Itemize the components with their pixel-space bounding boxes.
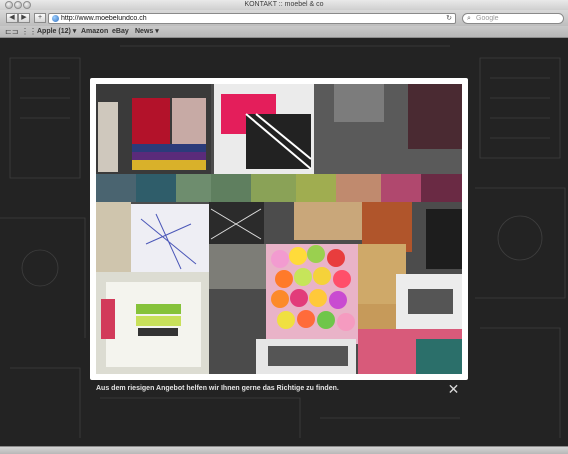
url-input[interactable] bbox=[61, 14, 441, 23]
search-bar[interactable]: ⌕ bbox=[462, 13, 564, 24]
window-title: KONTAKT :: moebel & co bbox=[244, 1, 324, 8]
reload-icon[interactable]: ↻ bbox=[446, 14, 452, 23]
close-x-icon[interactable]: ✕ bbox=[447, 382, 460, 396]
bookmarks-bar: ⊏⊐ ⋮⋮ Apple (12) ▾ Amazon eBay News ▾ bbox=[0, 26, 568, 38]
toolbar: ◀ ▶ + ↻ ⌕ bbox=[0, 10, 568, 26]
bookmark-news[interactable]: News ▾ bbox=[135, 26, 159, 37]
lightbox bbox=[90, 78, 468, 380]
search-input[interactable] bbox=[476, 14, 556, 23]
book-icon[interactable]: ⊏⊐ bbox=[5, 27, 18, 36]
plus-icon[interactable]: + bbox=[34, 13, 46, 23]
globe-icon bbox=[52, 15, 59, 22]
browser-window: KONTAKT :: moebel & co ◀ ▶ + ↻ ⌕ ⊏⊐ ⋮⋮ A… bbox=[0, 0, 568, 454]
lightbox-caption: Aus dem riesigen Angebot helfen wir Ihne… bbox=[96, 385, 339, 392]
forward-arrow-icon[interactable]: ▶ bbox=[18, 13, 30, 23]
fabric-collage-image bbox=[96, 84, 462, 374]
grid-icon[interactable]: ⋮⋮ bbox=[21, 27, 37, 36]
bookmark-apple[interactable]: Apple (12) ▾ bbox=[37, 26, 76, 37]
bookmark-amazon[interactable]: Amazon bbox=[81, 26, 108, 37]
bookmark-ebay[interactable]: eBay bbox=[112, 26, 129, 37]
address-bar[interactable]: ↻ bbox=[48, 13, 456, 24]
fabric-samples-photo bbox=[96, 84, 462, 374]
status-bar bbox=[0, 446, 568, 454]
back-arrow-icon[interactable]: ◀ bbox=[6, 13, 18, 23]
web-page: Aus dem riesigen Angebot helfen wir Ihne… bbox=[0, 38, 568, 446]
search-icon: ⌕ bbox=[467, 15, 471, 22]
